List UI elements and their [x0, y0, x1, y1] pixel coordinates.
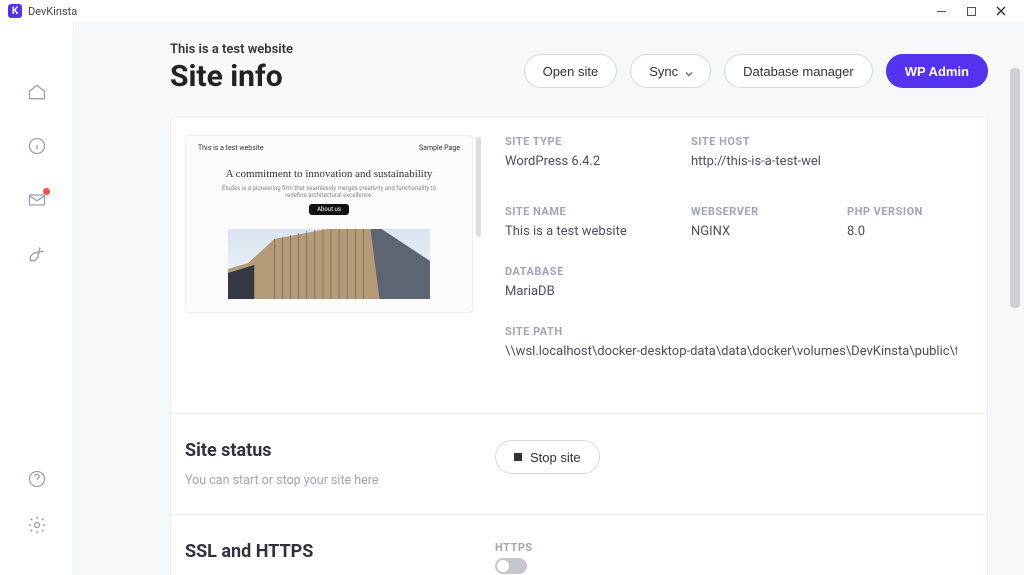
- site-type-value: WordPress 6.4.2: [505, 154, 655, 169]
- site-host-label: SITE HOST: [691, 135, 957, 148]
- site-status-title: Site status: [185, 440, 475, 461]
- site-status-subtitle: You can start or stop your site here: [185, 473, 475, 488]
- stop-site-label: Stop site: [530, 450, 581, 465]
- site-type-label: SITE TYPE: [505, 135, 655, 148]
- settings-icon[interactable]: [27, 515, 47, 535]
- app-logo-icon: K: [8, 4, 22, 18]
- sync-button-label: Sync: [649, 64, 678, 79]
- mail-icon[interactable]: [27, 190, 47, 210]
- webserver-value: NGINX: [691, 224, 811, 239]
- ssl-title: SSL and HTTPS: [185, 541, 475, 562]
- sync-button[interactable]: Sync: [630, 54, 711, 88]
- stop-site-button[interactable]: Stop site: [495, 440, 600, 474]
- database-value: MariaDB: [505, 284, 625, 299]
- site-name-value: This is a test website: [505, 224, 655, 239]
- https-toggle-label: HTTPS: [495, 541, 973, 554]
- site-name-label: SITE NAME: [505, 205, 655, 218]
- site-info-panel: This is a test website Sample Page A com…: [170, 116, 988, 575]
- database-label: DATABASE: [505, 265, 625, 278]
- thumb-site-name: This is a test website: [198, 144, 264, 152]
- thumb-hero-button: About us: [309, 204, 349, 215]
- site-thumbnail: This is a test website Sample Page A com…: [185, 135, 473, 313]
- main-scrollbar[interactable]: [1010, 68, 1020, 308]
- sidebar: [0, 22, 74, 575]
- thumbnail-scrollbar[interactable]: [476, 137, 481, 237]
- window-titlebar: K DevKinsta: [0, 0, 1024, 22]
- https-toggle[interactable]: [495, 558, 527, 574]
- home-icon[interactable]: [27, 82, 47, 102]
- wp-admin-button[interactable]: WP Admin: [886, 54, 988, 88]
- open-site-button[interactable]: Open site: [524, 54, 618, 88]
- thumb-hero-image: [228, 229, 430, 299]
- main-content: This is a test website Site info Open si…: [74, 22, 1024, 575]
- thumb-hero-text: Études is a pioneering firm that seamles…: [214, 185, 444, 199]
- page-header: This is a test website Site info Open si…: [170, 36, 988, 94]
- app-title: DevKinsta: [28, 5, 77, 18]
- php-version-label: PHP VERSION: [847, 205, 967, 218]
- window-minimize-button[interactable]: [926, 0, 956, 22]
- thumb-hero-title: A commitment to innovation and sustainab…: [214, 168, 444, 182]
- stop-icon: [514, 453, 522, 461]
- database-manager-button[interactable]: Database manager: [724, 54, 873, 88]
- page-title: Site info: [170, 59, 293, 94]
- header-subtitle: This is a test website: [170, 42, 293, 57]
- webserver-label: WEBSERVER: [691, 205, 811, 218]
- thumb-nav-link: Sample Page: [419, 144, 460, 152]
- window-maximize-button[interactable]: [956, 0, 986, 22]
- site-path-value: \\wsl.localhost\docker-desktop-data\data…: [505, 344, 957, 359]
- site-host-value[interactable]: http://this-is-a-test-wel: [691, 154, 831, 169]
- window-close-button[interactable]: [986, 0, 1016, 22]
- php-version-value: 8.0: [847, 224, 967, 239]
- site-path-label: SITE PATH: [505, 325, 957, 338]
- chevron-down-icon: [684, 67, 692, 75]
- help-icon[interactable]: [27, 469, 47, 489]
- wrench-icon[interactable]: [27, 244, 47, 264]
- header-actions: Open site Sync Database manager WP Admin: [524, 36, 988, 88]
- notification-badge: [43, 188, 50, 195]
- info-icon[interactable]: [27, 136, 47, 156]
